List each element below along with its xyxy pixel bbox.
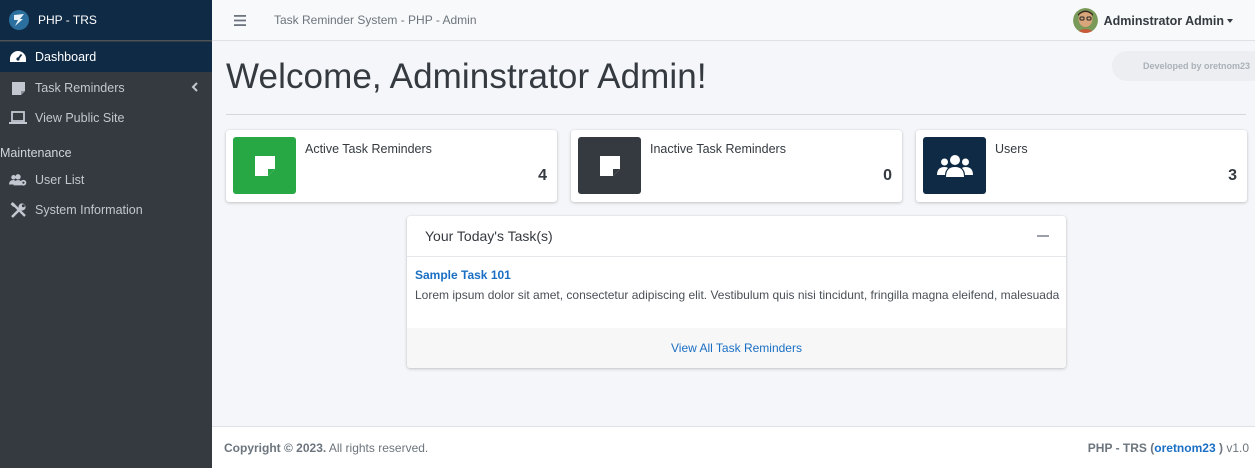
sidebar-item-label: Task Reminders xyxy=(35,81,125,95)
sidebar-item-system-information[interactable]: System Information xyxy=(0,195,212,225)
sticky-note-icon xyxy=(9,79,27,97)
rights-text: All rights reserved. xyxy=(328,440,429,455)
info-box-number: 4 xyxy=(538,167,547,184)
tachometer-icon xyxy=(9,48,27,66)
developer-badge: Developed by oretnom23 xyxy=(1112,51,1255,81)
sidebar-item-dashboard[interactable]: Dashboard xyxy=(0,42,212,72)
laptop-icon xyxy=(9,109,27,127)
brand-name: PHP - TRS xyxy=(38,13,97,27)
sticky-note-icon xyxy=(233,137,296,194)
caret-down-icon xyxy=(1227,18,1233,23)
version: v1.0 xyxy=(1226,440,1249,455)
info-box-label: Active Task Reminders xyxy=(305,142,432,156)
sidebar-item-task-reminders[interactable]: Task Reminders xyxy=(0,73,212,103)
hamburger-menu-icon[interactable] xyxy=(233,14,247,26)
sidebar-item-label: Dashboard xyxy=(35,50,97,64)
copyright-year: Copyright © 2023. xyxy=(224,440,327,455)
tools-icon xyxy=(9,201,27,219)
user-dropdown[interactable]: Adminstrator Admin xyxy=(1072,8,1233,33)
todays-tasks-card: Your Today's Task(s) Sample Task 101 Lor… xyxy=(407,216,1066,368)
card-title: Your Today's Task(s) xyxy=(425,228,553,244)
task-title-link[interactable]: Sample Task 101 xyxy=(415,268,511,282)
app-title[interactable]: Task Reminder System - PHP - Admin xyxy=(274,13,477,27)
chevron-left-icon xyxy=(191,82,198,92)
view-all-tasks-link[interactable]: View All Task Reminders xyxy=(407,328,1066,368)
users-cog-icon xyxy=(9,171,27,189)
info-box-inactive-reminders: Inactive Task Reminders 0 xyxy=(571,130,902,202)
sidebar-item-label: View Public Site xyxy=(35,111,125,125)
user-name: Adminstrator Admin xyxy=(1103,13,1224,28)
info-box-users: Users 3 xyxy=(916,130,1247,202)
avatar xyxy=(1072,8,1098,33)
page-title: Welcome, Adminstrator Admin! xyxy=(226,57,707,96)
top-navbar: Task Reminder System - PHP - Admin Admin… xyxy=(212,0,1255,41)
users-icon xyxy=(923,137,986,194)
card-header: Your Today's Task(s) xyxy=(407,216,1066,257)
sticky-note-icon xyxy=(578,137,641,194)
sidebar-section-header: Maintenance xyxy=(0,146,72,160)
author-link[interactable]: oretnom23 xyxy=(1154,441,1215,455)
info-box-number: 0 xyxy=(883,167,892,184)
info-box-active-reminders: Active Task Reminders 4 xyxy=(226,130,557,202)
info-box-number: 3 xyxy=(1228,167,1237,184)
footer-credits: PHP - TRS (oretnom23 ) v1.0 xyxy=(1087,440,1249,455)
sidebar-item-label: System Information xyxy=(35,203,143,217)
brand-logo-icon xyxy=(9,10,29,30)
main-content: Developed by oretnom23 Welcome, Adminstr… xyxy=(212,41,1255,426)
info-box-label: Inactive Task Reminders xyxy=(650,142,786,156)
copyright: Copyright © 2023. All rights reserved. xyxy=(224,441,428,455)
brand-link[interactable]: PHP - TRS xyxy=(0,0,212,41)
info-box-label: Users xyxy=(995,142,1028,156)
sidebar: PHP - TRS Dashboard Task Reminders View … xyxy=(0,0,212,468)
footer-app-name: PHP - TRS xyxy=(1087,440,1147,455)
collapse-minus-icon[interactable] xyxy=(1037,235,1049,237)
task-description: Lorem ipsum dolor sit amet, consectetur … xyxy=(415,288,1060,302)
divider xyxy=(226,114,1246,115)
sidebar-item-user-list[interactable]: User List xyxy=(0,165,212,195)
sidebar-item-label: User List xyxy=(35,173,85,187)
sidebar-nav: Dashboard Task Reminders View Public Sit… xyxy=(0,41,212,225)
sidebar-item-view-public-site[interactable]: View Public Site xyxy=(0,103,212,133)
page-footer: Copyright © 2023. All rights reserved. P… xyxy=(212,426,1255,468)
